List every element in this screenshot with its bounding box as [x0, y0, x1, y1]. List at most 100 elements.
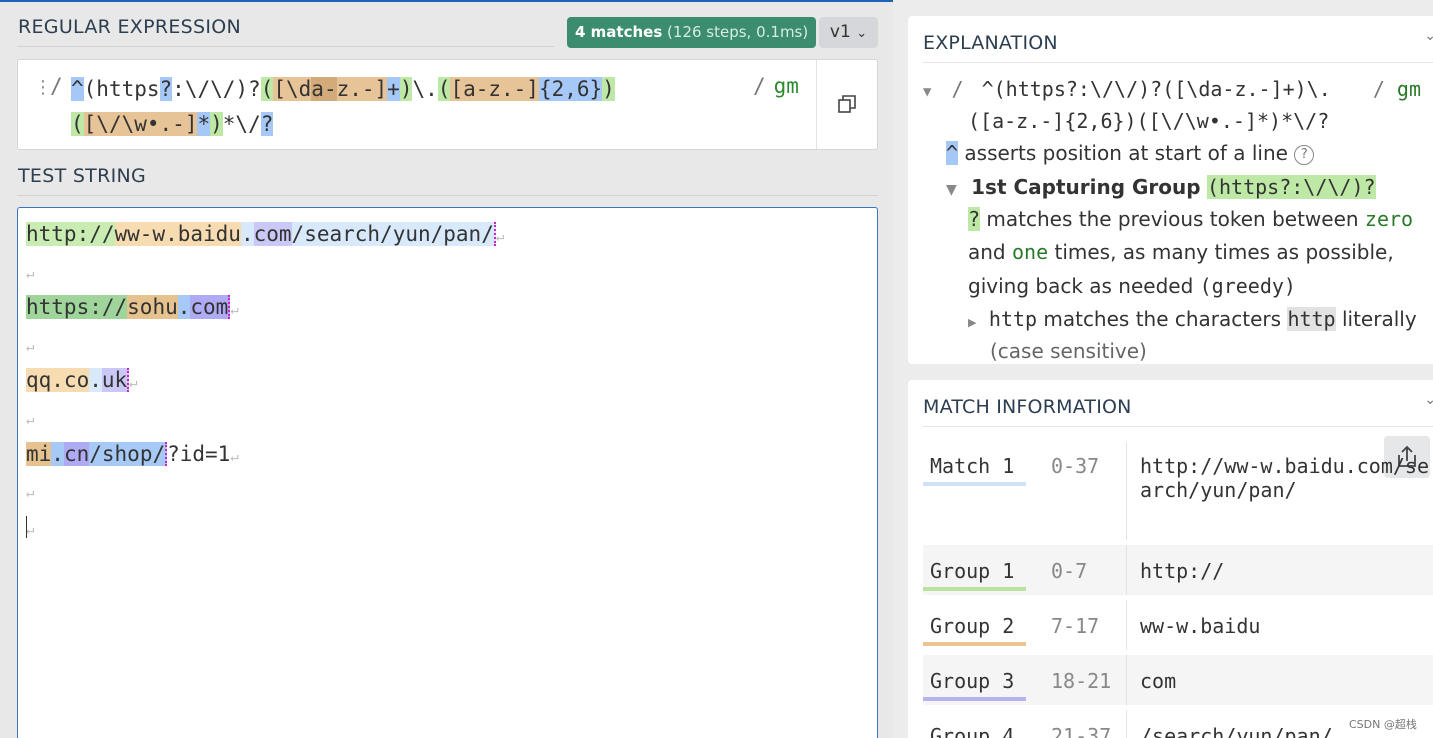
- line-break-icon: ↵: [230, 302, 239, 319]
- regex-token: [\/\w: [83, 112, 147, 136]
- divider: [17, 46, 554, 47]
- group1-title: 1st Capturing Group: [971, 175, 1201, 199]
- match-highlight: sohu: [127, 295, 178, 320]
- regex-token: (https: [83, 77, 160, 101]
- left-pane: REGULAR EXPRESSION 4 matches (126 steps,…: [0, 0, 893, 738]
- line-break-icon: ↵: [26, 338, 35, 355]
- regex-open-delimiter: /: [50, 74, 63, 98]
- group-color-underline: [923, 587, 1026, 591]
- regex-token: *: [197, 112, 211, 136]
- expand-triangle-icon[interactable]: ▶: [968, 316, 976, 329]
- quantifier-zero: zero: [1364, 207, 1414, 231]
- regex-token: z.-]: [336, 77, 388, 101]
- divider: [923, 426, 1433, 427]
- test-string-editor[interactable]: http://ww-w.baidu.com/search/yun/pan/↵ ↵ h…: [17, 207, 878, 738]
- match-range: 21-37: [1051, 724, 1112, 738]
- help-icon[interactable]: ?: [1294, 145, 1315, 165]
- version-label: v1: [829, 22, 851, 42]
- test-string-line: ↵: [26, 511, 34, 544]
- quantifier-greedy: (greedy): [1199, 274, 1296, 298]
- group-color-underline: [923, 697, 1026, 701]
- match-highlight: mi: [26, 441, 52, 466]
- match-highlight: .: [240, 222, 254, 246]
- match-highlight: http://: [26, 222, 115, 246]
- match-highlight: com: [253, 222, 292, 246]
- version-dropdown[interactable]: v1 ⌄: [819, 17, 878, 48]
- match-count: 4 matches: [575, 23, 663, 41]
- match-highlight: .: [51, 441, 64, 466]
- regex-flags[interactable]: / gm: [753, 74, 799, 98]
- anchor-explanation: ^ asserts position at start of a line ?: [946, 137, 1315, 169]
- text-cursor: [26, 516, 27, 538]
- regex-token: (: [260, 77, 274, 101]
- match-info-row[interactable]: Group 1 0-7 http://: [923, 545, 1433, 595]
- regex-token: a: [311, 77, 324, 101]
- match-highlight: qq.co: [26, 368, 90, 393]
- top-accent-bar: [0, 0, 893, 2]
- line-break-icon: ↵: [26, 412, 35, 428]
- test-string-line: ↵: [26, 328, 34, 361]
- http-explanation-cut: (case sensitive): [990, 339, 1147, 363]
- regex-token: ): [602, 77, 615, 101]
- divider: [816, 60, 817, 149]
- match-range: 7-17: [1051, 614, 1100, 638]
- explanation-regex-line-2: ([a-z.-]{2,6})([\/\w•.-]*)*\/?: [968, 109, 1330, 133]
- regex-token: •: [146, 112, 160, 136]
- explanation-regex-line-1: ^(https?:\/\/)?([\da-z.-]+)\.: [981, 77, 1331, 101]
- http-code: http: [1287, 307, 1336, 331]
- match-info-panel: MATCH INFORMATION ⌄ Match 1 0-37 http://ww…: [908, 380, 1433, 738]
- explanation-regex-row-1[interactable]: ▼ / ^(https?:\/\/)?([\da-z.-]+)\. / gm: [923, 73, 1421, 108]
- http-tail: literally: [1341, 307, 1417, 331]
- regex-section-title: REGULAR EXPRESSION: [18, 16, 242, 38]
- match-highlight: com: [190, 295, 231, 320]
- regex-pattern[interactable]: ^(https?:\/\/)?([\da-z.-]+)\.([a-z.-]{2,…: [71, 72, 701, 142]
- regex-token: {2,6}: [538, 77, 603, 101]
- quantifier-text-a: matches the previous token between: [986, 207, 1359, 231]
- collapse-triangle-icon[interactable]: ▼: [923, 84, 931, 100]
- regex-token: +: [387, 77, 400, 101]
- group-color-underline: [923, 482, 1026, 486]
- match-info-row[interactable]: Match 1 0-37 http://ww-w.baidu.com/search/…: [923, 442, 1433, 540]
- quantifier-token: ?: [968, 207, 981, 231]
- copy-icon[interactable]: [838, 95, 856, 113]
- regex-token: ): [399, 77, 413, 101]
- match-highlight: ww-w.baidu: [114, 222, 241, 246]
- regex-input[interactable]: ⋮ / ^(https?:\/\/)?([\da-z.-]+)\.([a-z.-…: [17, 59, 878, 150]
- match-label: Match 1: [930, 454, 1015, 478]
- match-highlight: .: [177, 295, 191, 320]
- collapse-triangle-icon[interactable]: ▼: [946, 182, 957, 198]
- http-text: matches the characters: [1043, 307, 1282, 331]
- regex-token: (: [437, 77, 451, 101]
- test-string-line: ↵: [26, 474, 34, 507]
- match-value: http://: [1140, 559, 1225, 583]
- regex-pattern-line-2: ([\/\w•.-]*)*\/?: [71, 107, 701, 142]
- match-label: Group 4: [930, 724, 1015, 738]
- quantifier-one: one: [1012, 240, 1049, 264]
- line-break-icon: ↵: [129, 375, 138, 392]
- quantifier-explanation-2: and one times, as many times as possible…: [968, 236, 1394, 268]
- match-info-title: MATCH INFORMATION: [923, 396, 1132, 418]
- regex-token: *\/: [222, 112, 261, 136]
- http-explanation[interactable]: ▶ http matches the characters http liter…: [968, 303, 1417, 339]
- test-string-line: ↵: [26, 401, 34, 434]
- explanation-panel: EXPLANATION ⌄ ▼ / ^(https?:\/\/)?([\da-z…: [908, 16, 1433, 364]
- match-highlight: .: [89, 368, 102, 393]
- match-count-badge: 4 matches (126 steps, 0.1ms): [567, 17, 817, 48]
- match-highlight: /shop/: [89, 441, 168, 466]
- test-string-title: TEST STRING: [18, 165, 147, 187]
- divider: [17, 195, 878, 196]
- group1-pattern: (https?:\/\/)?: [1206, 175, 1376, 199]
- match-info-row[interactable]: Group 3 18-21 com: [923, 655, 1433, 705]
- divider: [1126, 655, 1127, 705]
- regex-token: [\d: [273, 77, 312, 101]
- divider: [1126, 442, 1127, 540]
- quantifier-text-b: times, as many times as possible,: [1054, 240, 1394, 264]
- regex-token: ^: [71, 77, 84, 101]
- chevron-down-icon[interactable]: ⌄: [1424, 28, 1433, 44]
- match-label: Group 1: [930, 559, 1015, 583]
- http-token: http: [988, 307, 1037, 331]
- match-info-row[interactable]: Group 2 7-17 ww-w.baidu: [923, 600, 1433, 650]
- chevron-down-icon[interactable]: ⌄: [1424, 392, 1433, 408]
- group1-explanation[interactable]: ▼ 1st Capturing Group (https?:\/\/)?: [946, 171, 1376, 206]
- line-break-icon: ↵: [26, 521, 35, 538]
